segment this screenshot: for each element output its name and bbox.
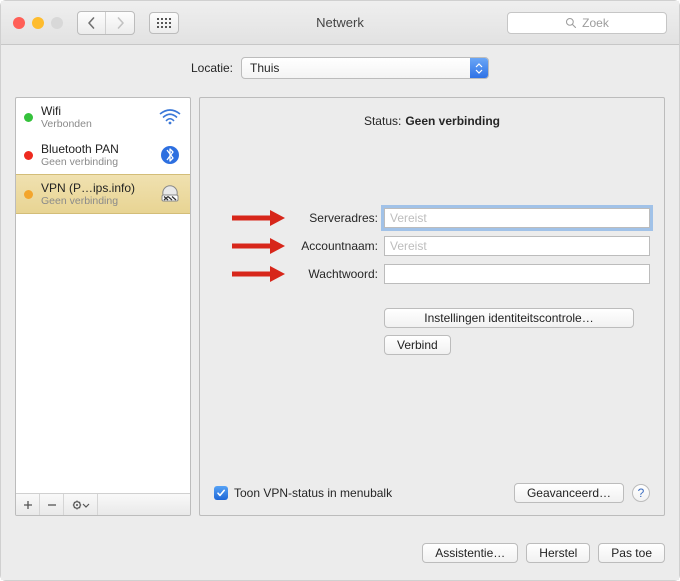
wifi-icon [158,109,182,125]
service-list: Wifi Verbonden Bluetooth PAN Geen verbin… [15,97,191,516]
search-icon [565,17,577,29]
search-field[interactable]: Zoek [507,12,667,34]
panel-footer: Toon VPN-status in menubalk Geavanceerd…… [214,483,650,503]
add-service-button[interactable] [16,494,40,515]
close-window-button[interactable] [13,17,25,29]
location-label: Locatie: [191,61,233,75]
advanced-button[interactable]: Geavanceerd… [514,483,624,503]
service-name: VPN (P…ips.info) [41,181,150,195]
server-address-label: Serveradres: [214,211,378,225]
connect-button[interactable]: Verbind [384,335,451,355]
remove-service-button[interactable] [40,494,64,515]
service-status: Verbonden [41,118,150,130]
back-button[interactable] [78,12,106,34]
service-name: Bluetooth PAN [41,142,150,156]
popup-arrows-icon [470,58,488,78]
service-status: Geen verbinding [41,156,150,168]
location-value: Thuis [250,61,279,75]
forward-button[interactable] [106,12,134,34]
search-placeholder: Zoek [582,16,609,30]
apply-button[interactable]: Pas toe [598,543,665,563]
main-area: Wifi Verbonden Bluetooth PAN Geen verbin… [1,91,679,526]
location-popup[interactable]: Thuis [241,57,489,79]
help-button[interactable]: ? [632,484,650,502]
server-address-input[interactable] [384,208,650,228]
status-dot-icon [24,151,33,160]
password-row: Wachtwoord: [214,264,650,284]
bluetooth-icon [158,145,182,165]
service-item-bluetooth[interactable]: Bluetooth PAN Geen verbinding [16,136,190,174]
account-name-label: Accountnaam: [214,239,378,253]
service-actions-menu[interactable] [64,494,98,515]
minimize-window-button[interactable] [32,17,44,29]
checkbox-checked-icon [214,486,228,500]
status-dot-icon [24,113,33,122]
window-actions: Assistentie… Herstel Pas toe [1,526,679,580]
server-address-row: Serveradres: [214,208,650,228]
assist-button[interactable]: Assistentie… [422,543,518,563]
status-dot-icon [24,190,33,199]
service-name: Wifi [41,104,150,118]
traffic-lights [13,17,63,29]
authentication-settings-button[interactable]: Instellingen identiteitscontrole… [384,308,634,328]
show-vpn-menubar-label: Toon VPN-status in menubalk [234,486,392,500]
password-input[interactable] [384,264,650,284]
vpn-icon [158,185,182,203]
location-row: Locatie: Thuis [1,45,679,91]
service-list-toolbar [16,493,190,515]
show-vpn-menubar-checkbox[interactable]: Toon VPN-status in menubalk [214,486,392,500]
service-item-wifi[interactable]: Wifi Verbonden [16,98,190,136]
status-label: Status: [364,114,401,128]
window-titlebar: Netwerk Zoek [1,1,679,45]
status-value: Geen verbinding [405,114,500,128]
nav-back-forward [77,11,135,35]
account-name-input[interactable] [384,236,650,256]
connection-status: Status: Geen verbinding [214,114,650,128]
detail-panel: Status: Geen verbinding Serveradres: Acc… [199,97,665,516]
zoom-window-button[interactable] [51,17,63,29]
service-status: Geen verbinding [41,195,150,207]
show-all-prefs-button[interactable] [149,12,179,34]
revert-button[interactable]: Herstel [526,543,590,563]
password-label: Wachtwoord: [214,267,378,281]
account-name-row: Accountnaam: [214,236,650,256]
service-item-vpn[interactable]: VPN (P…ips.info) Geen verbinding [16,174,190,214]
